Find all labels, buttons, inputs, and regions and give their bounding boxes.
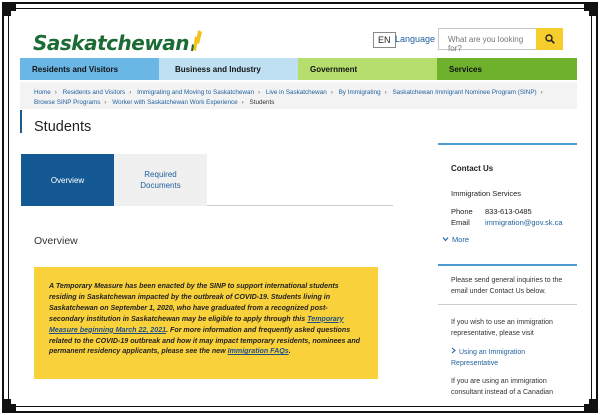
breadcrumb-separator: ›: [54, 89, 57, 96]
breadcrumb: Home › Residents and Visitors › Immigratin…: [20, 82, 577, 109]
site-logo[interactable]: Saskatchewan: [33, 30, 203, 55]
language-badge[interactable]: EN: [373, 32, 396, 48]
email-label: Email: [451, 218, 470, 227]
nav-services[interactable]: Services: [437, 58, 577, 80]
contact-subheading: Immigration Services: [451, 189, 522, 198]
representative-text: If you wish to use an immigration repres…: [451, 319, 553, 337]
sidebar-divider: [438, 304, 577, 305]
nav-business-industry[interactable]: Business and Industry: [159, 58, 298, 80]
chevron-down-icon: [442, 237, 449, 242]
breadcrumb-separator: ›: [257, 89, 261, 96]
breadcrumb-link[interactable]: Home: [34, 89, 51, 96]
frame-corner: [2, 2, 17, 17]
chevron-right-icon: [451, 347, 456, 354]
breadcrumb-separator: ›: [540, 89, 543, 96]
consultant-text: If you are using an immigration consulta…: [451, 378, 553, 396]
search-button[interactable]: [536, 28, 563, 50]
breadcrumb-link[interactable]: Saskatchewan Immigrant Nominee Program (…: [392, 89, 536, 96]
search-input[interactable]: What are you looking for?: [438, 28, 536, 53]
breadcrumb-link[interactable]: Immigrating and Moving to Saskatchewan: [137, 89, 254, 96]
notice-text: A Temporary Measure has been enacted by …: [49, 282, 339, 323]
breadcrumb-link[interactable]: Live in Saskatchewan: [266, 89, 327, 96]
language-link[interactable]: Language: [395, 34, 435, 44]
content-tabs: Overview Required Documents: [21, 154, 393, 206]
breadcrumb-separator: ›: [384, 89, 387, 96]
representative-link[interactable]: Using an Immigration Representative: [451, 347, 571, 369]
immigration-faqs-link[interactable]: Immigration FAQs: [228, 347, 289, 355]
frame-corner: [583, 398, 598, 413]
representative-link-label: Using an Immigration Representative: [451, 349, 526, 367]
wheat-logo-icon: [191, 30, 203, 51]
frame-corner: [583, 2, 598, 17]
breadcrumb-current: Students: [249, 99, 275, 106]
breadcrumb-link[interactable]: Browse SINP Programs: [34, 99, 100, 106]
nav-government[interactable]: Government: [298, 58, 437, 80]
nav-residents-visitors[interactable]: Residents and Visitors: [20, 58, 159, 80]
breadcrumb-separator: ›: [241, 99, 244, 106]
section-title: Overview: [34, 235, 78, 247]
contact-heading: Contact Us: [451, 164, 494, 173]
notice-text: .: [288, 347, 291, 356]
tab-label: Required Documents: [140, 170, 181, 190]
phone-value: 833-613-0485: [485, 207, 532, 216]
more-toggle[interactable]: More: [442, 235, 469, 244]
frame-corner: [2, 398, 17, 413]
page-title: Students: [34, 119, 92, 135]
sidebar-rule: [438, 143, 577, 145]
title-accent-bar: [20, 110, 22, 133]
breadcrumb-separator: ›: [330, 89, 333, 96]
search-icon: [544, 34, 555, 44]
breadcrumb-link[interactable]: By Immigrating: [339, 89, 381, 96]
main-nav: Residents and Visitors Business and Indu…: [20, 58, 577, 80]
sidebar-rule: [438, 264, 577, 266]
email-link[interactable]: immigration@gov.sk.ca: [485, 218, 563, 227]
more-label: More: [452, 235, 470, 244]
logo-text: Saskatchewan: [33, 31, 190, 55]
breadcrumb-link[interactable]: Residents and Visitors: [63, 89, 126, 96]
breadcrumb-separator: ›: [129, 89, 132, 96]
covid-notice: A Temporary Measure has been enacted by …: [34, 267, 378, 379]
tab-required-documents[interactable]: Required Documents: [114, 154, 207, 206]
breadcrumb-separator: ›: [104, 99, 107, 106]
page: Saskatchewan EN Language What are you lo…: [20, 22, 577, 414]
breadcrumb-link[interactable]: Worker with Saskatchewan Work Experience: [112, 99, 237, 106]
phone-label: Phone: [451, 207, 473, 216]
inquiries-text: Please send general inquiries to the ema…: [451, 277, 563, 295]
tab-overview[interactable]: Overview: [21, 154, 114, 206]
